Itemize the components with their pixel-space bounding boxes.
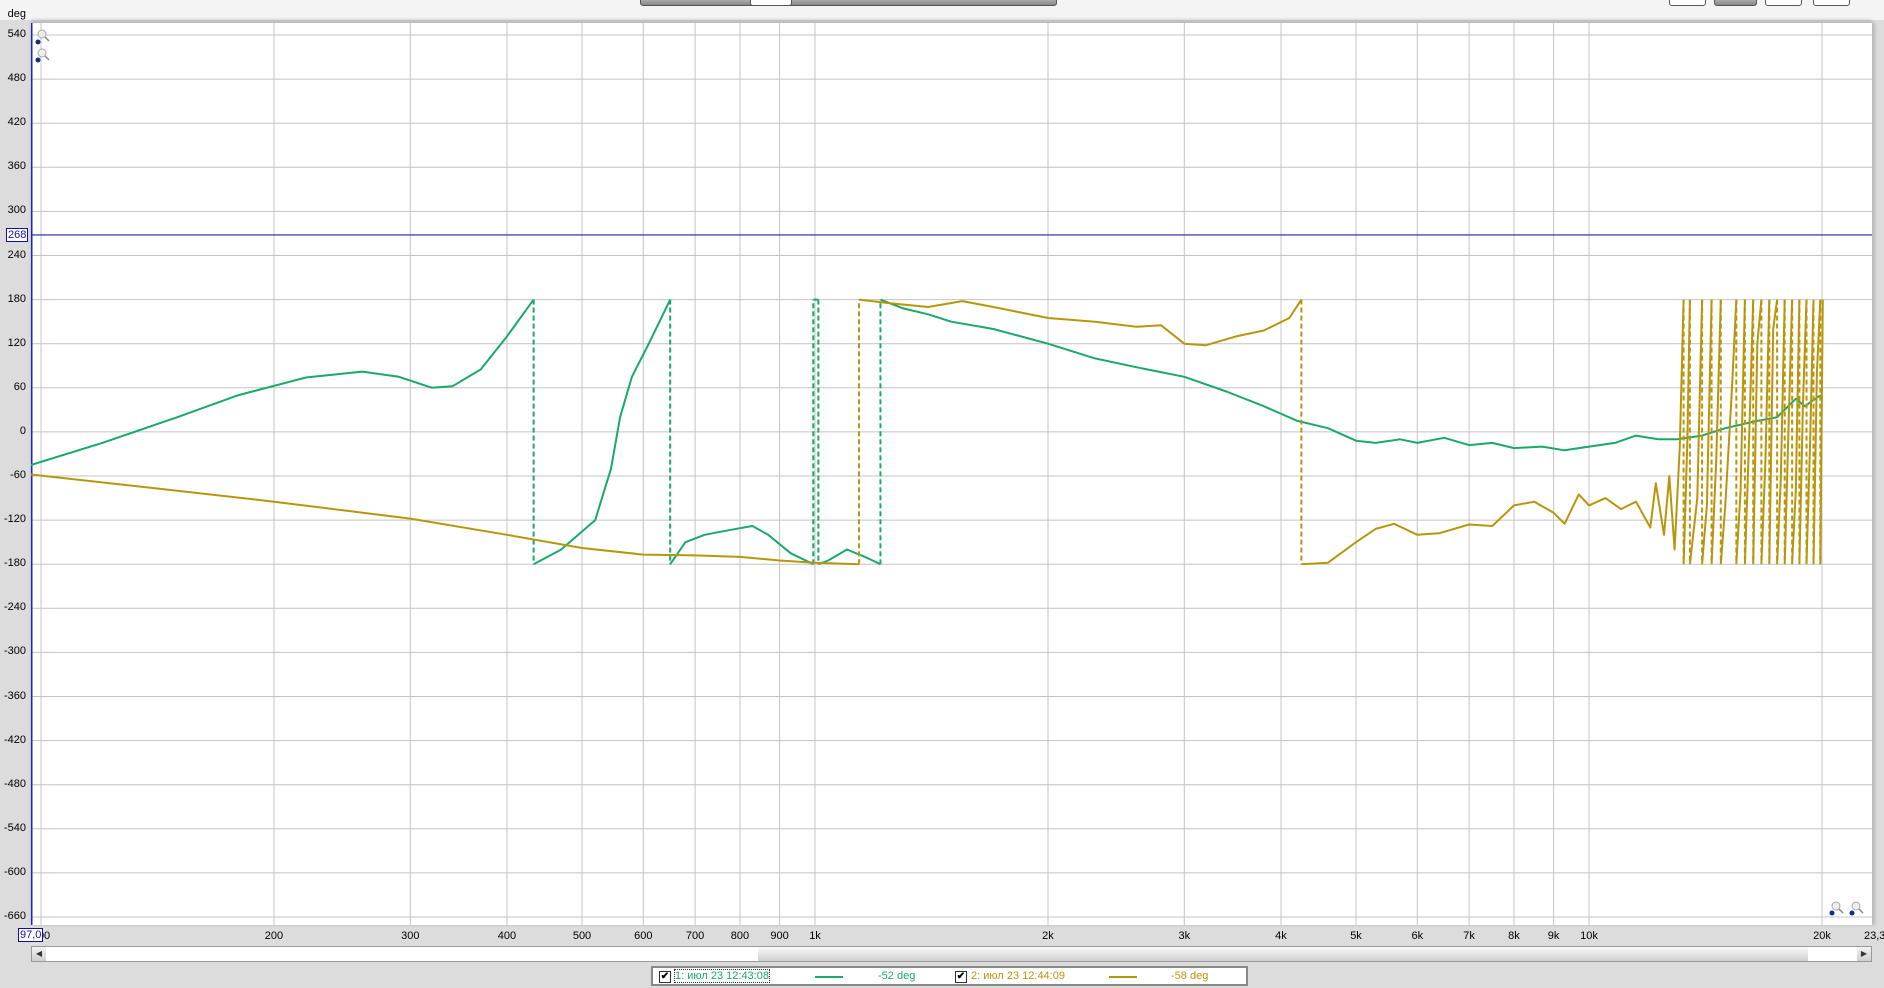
x-tick-label: 300 <box>401 930 420 942</box>
cursor-y-readout[interactable]: 268 <box>6 228 29 242</box>
phase-plot-area[interactable] <box>31 23 1872 925</box>
y-tick-label: 360 <box>7 160 26 173</box>
x-tick-label: 2k <box>1042 930 1054 942</box>
x-tick-label: 7k <box>1463 930 1475 942</box>
y-tick-label: -540 <box>3 821 26 834</box>
y-tick-label: 0 <box>19 424 26 437</box>
y-tick-label: -480 <box>3 777 26 790</box>
y-tick-label: -300 <box>3 645 26 658</box>
toolbar-button[interactable] <box>1714 0 1757 6</box>
phase-chart[interactable] <box>31 23 1872 925</box>
series-1-checkbox[interactable]: ✔ <box>659 971 671 983</box>
x-tick-label: 400 <box>497 930 517 942</box>
y-axis-unit: deg <box>7 8 26 20</box>
y-tick-label: 120 <box>7 336 26 349</box>
x-tick-label: 5k <box>1350 930 1362 942</box>
y-tick-label: -240 <box>3 601 26 614</box>
y-tick-label: 60 <box>13 380 26 393</box>
x-tick-label: 10k <box>1580 930 1598 942</box>
x-tick-label: 800 <box>730 930 750 942</box>
y-tick-label: 240 <box>7 248 26 261</box>
y-tick-label: 420 <box>7 116 26 129</box>
y-tick-label: -420 <box>3 733 26 746</box>
x-tick-label: 1k <box>809 930 821 942</box>
y-tick-label: 300 <box>7 204 26 217</box>
x-tick-label: 600 <box>634 930 653 942</box>
series-1-swatch <box>815 976 843 978</box>
toolbar-button[interactable] <box>1813 0 1850 6</box>
y-tick-label: -660 <box>3 910 26 922</box>
series-2-label[interactable]: 2: июл 23 12:44:09 <box>971 970 1065 982</box>
toolbar-button-group[interactable] <box>640 0 1057 6</box>
scroll-left-arrow[interactable]: ◀ <box>32 947 46 961</box>
series-1-label[interactable]: 1: июл 23 12:43:08 <box>674 969 770 983</box>
legend: ✔ 1: июл 23 12:43:08 -52 deg ✔ 2: июл 23… <box>651 966 1248 986</box>
y-tick-label: -60 <box>10 469 26 481</box>
series-2-checkbox[interactable]: ✔ <box>955 971 967 983</box>
y-tick-label: 180 <box>7 292 26 305</box>
x-tick-label: 3k <box>1178 930 1191 942</box>
x-tick-label: 500 <box>572 930 592 942</box>
horizontal-scrollbar[interactable]: ◀ ▶ <box>31 946 1872 962</box>
series-2-swatch <box>1109 976 1137 978</box>
toolbar-button[interactable] <box>1765 0 1802 6</box>
y-tick-label: -600 <box>3 865 26 878</box>
cursor-x-readout[interactable]: 97,0 <box>18 928 44 942</box>
x-tick-label: 6k <box>1411 930 1424 942</box>
scroll-right-arrow[interactable]: ▶ <box>1857 947 1871 961</box>
y-tick-label: -120 <box>3 513 26 526</box>
y-tick-label: 480 <box>7 72 26 85</box>
toolbar-button[interactable] <box>1669 0 1706 6</box>
x-tick-label: 8k <box>1508 930 1520 942</box>
scrollbar-thumb[interactable] <box>758 947 1808 961</box>
toolbar-button[interactable] <box>750 0 792 6</box>
x-tick-label: 200 <box>264 930 284 942</box>
x-tick-label: 700 <box>685 930 705 942</box>
zoom-out-icon[interactable] <box>1828 901 1868 917</box>
toolbar <box>0 0 1884 20</box>
series-2-value: -58 deg <box>1171 970 1209 982</box>
x-tick-label: 9k <box>1547 930 1560 942</box>
y-tick-label: 540 <box>7 28 26 40</box>
series-1-value: -52 deg <box>878 970 916 982</box>
x-tick-label: 23,3k Hz <box>1864 930 1884 942</box>
zoom-in-icon[interactable] <box>34 28 50 64</box>
x-tick-label: 900 <box>770 930 789 942</box>
y-tick-label: -180 <box>3 557 26 570</box>
y-tick-label: -360 <box>3 689 26 702</box>
x-tick-label: 4k <box>1275 930 1287 942</box>
x-tick-label: 20k <box>1813 930 1831 942</box>
